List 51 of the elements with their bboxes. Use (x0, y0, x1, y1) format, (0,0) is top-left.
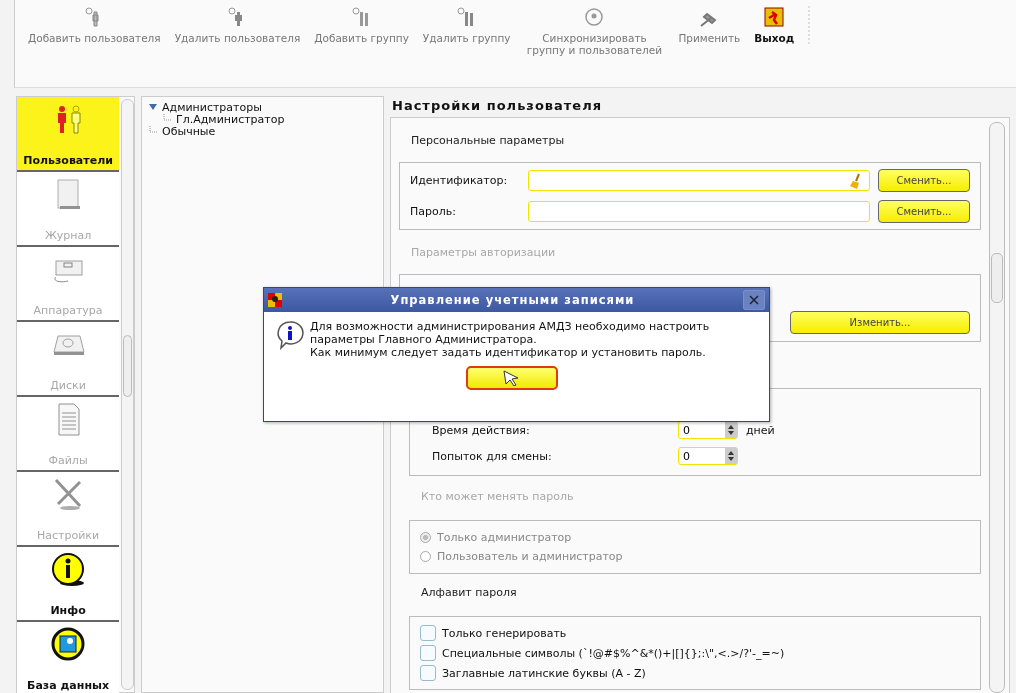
app-logo-icon (268, 293, 282, 307)
toolbar-button[interactable]: Добавить группу (307, 6, 416, 44)
radio-label: Пользователь и администратор (437, 550, 623, 563)
radio-label: Только администратор (437, 531, 572, 544)
dialog-message: Для возможности администрирования АМДЗ необходимо настроить параметры Главного Администратора. Как минимум следует задать идентификатор и установить пароль. (310, 320, 710, 359)
field-label: Время действия: (432, 423, 531, 437)
unit-label: дней (746, 423, 776, 437)
tree-line-icon (162, 114, 172, 124)
spin-field[interactable]: 0 (678, 447, 738, 465)
sidebar-item[interactable]: Инфо (17, 547, 120, 622)
field-label: Идентификатор: (410, 174, 509, 187)
sidebar-item[interactable]: Пользователи (17, 97, 120, 172)
tree-item[interactable]: Администраторы (162, 100, 262, 114)
tree-item[interactable]: Гл.Администратор (176, 112, 285, 126)
tree-line-icon (148, 126, 158, 136)
toolbar-button[interactable]: Синхронизировать группу и пользователей (517, 6, 672, 56)
change-button[interactable]: Сменить... (878, 169, 970, 192)
toolbar-button[interactable]: Выход (747, 6, 811, 44)
info-icon (276, 320, 304, 350)
dialog-title: Управление учетными записями (389, 293, 636, 307)
checkbox-label: Специальные символы (`!@#$%^&*()+|[]{};:\",<.>/?'-_=~) (442, 646, 785, 660)
checkbox[interactable] (420, 645, 436, 661)
toolbar-button[interactable]: Применить (671, 6, 748, 44)
section-title: Алфавит пароля (420, 585, 518, 601)
expand-arrow-icon[interactable] (148, 102, 158, 112)
checkbox[interactable] (420, 625, 436, 641)
section-title: Кто может менять пароль (420, 489, 575, 505)
scrollbar[interactable] (121, 99, 134, 690)
input-field[interactable] (528, 170, 870, 191)
toolbar-button[interactable]: Удалить пользователя (167, 6, 308, 44)
stepper-arrows-icon[interactable] (727, 450, 735, 462)
panel-title: Настройки пользователя (392, 98, 604, 113)
toolbar-button[interactable]: Добавить пользователя (21, 6, 168, 44)
field-label: Попыток для смены: (432, 449, 553, 463)
stepper-arrows-icon[interactable] (727, 424, 735, 436)
change-button[interactable]: Сменить... (878, 200, 970, 223)
field-label: Пароль: (410, 205, 457, 218)
scrollbar[interactable] (989, 122, 1005, 693)
close-button[interactable] (743, 290, 765, 310)
checkbox-label: Только генерировать (442, 626, 567, 640)
toolbar-button[interactable]: Удалить группу (415, 6, 518, 44)
tree-item[interactable]: Обычные (162, 124, 216, 138)
close-icon (749, 295, 759, 305)
section-title: Параметры авторизации (410, 245, 557, 261)
sidebar-item[interactable]: База данных (17, 622, 120, 693)
broom-icon[interactable] (849, 172, 863, 189)
input-field[interactable] (528, 201, 870, 222)
section-title: Персональные параметры (410, 133, 566, 149)
ok-button[interactable] (465, 366, 558, 390)
checkbox-label: Заглавные латинские буквы (A - Z) (442, 666, 646, 680)
checkbox[interactable] (420, 665, 436, 681)
